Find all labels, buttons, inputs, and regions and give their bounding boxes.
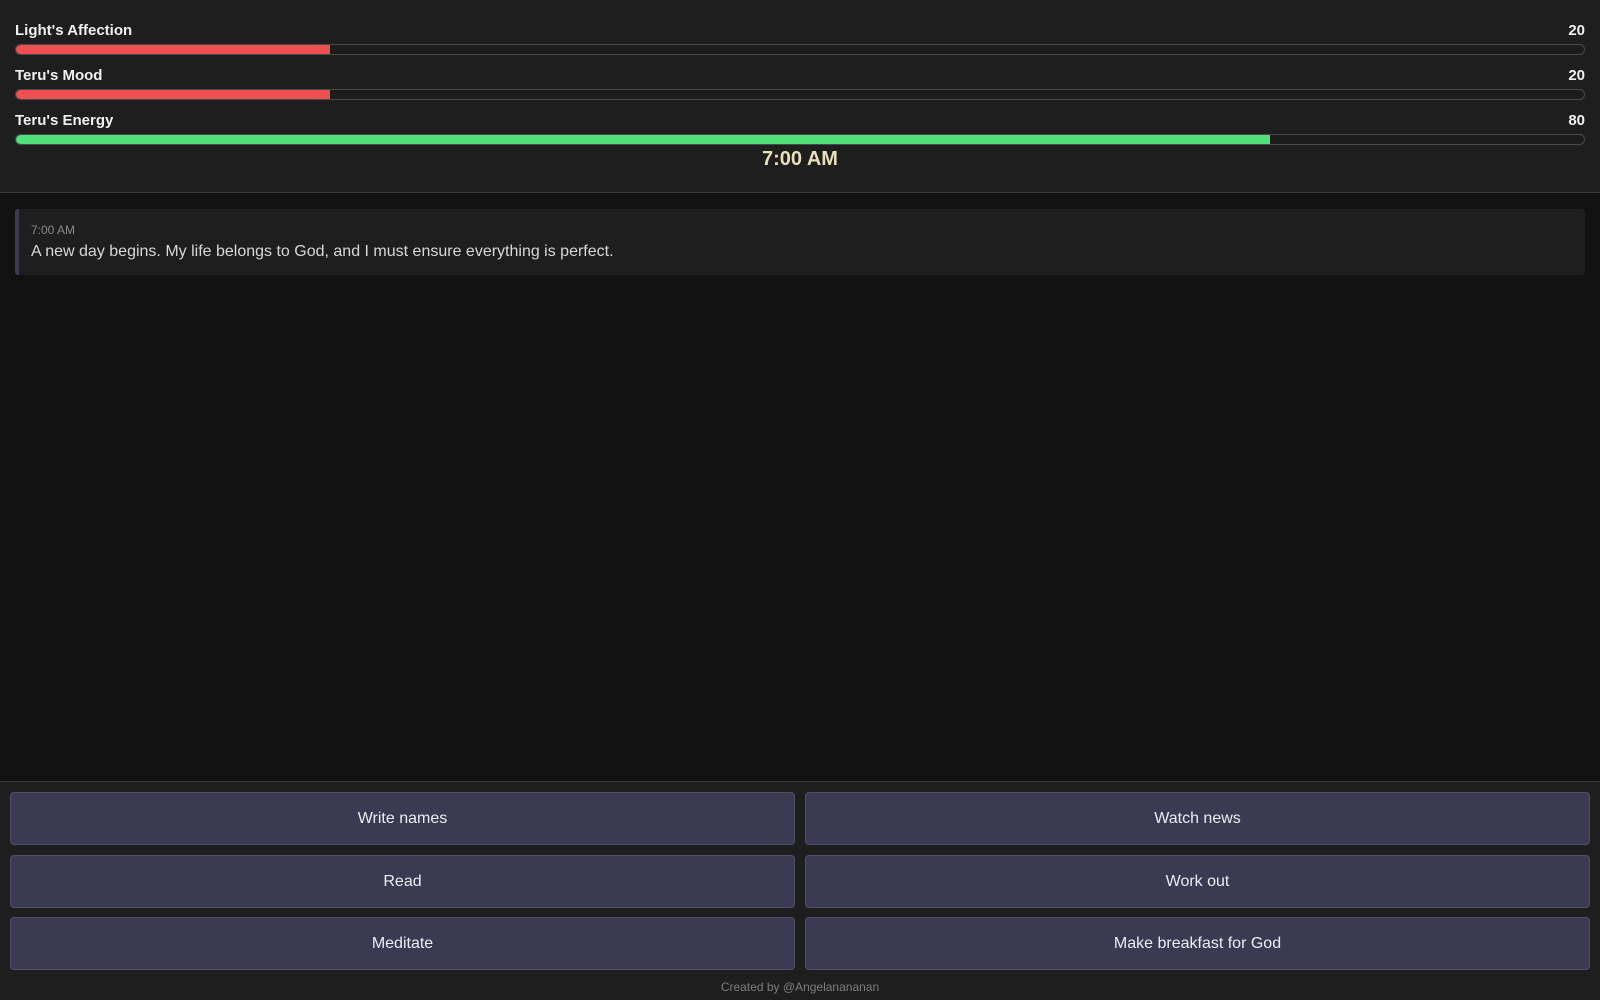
current-time: 7:00 AM — [762, 148, 838, 170]
read-button[interactable]: Read — [10, 855, 795, 908]
event-log: 7:00 AM A new day begins. My life belong… — [15, 209, 1585, 275]
stat-label: Light's Affection — [15, 22, 133, 39]
work-out-button[interactable]: Work out — [805, 855, 1590, 908]
stat-lights-affection: Light's Affection 20 — [15, 14, 1585, 55]
stat-value: 80 — [1568, 112, 1585, 129]
stat-bar-track — [15, 44, 1585, 55]
write-names-button[interactable]: Write names — [10, 792, 795, 845]
stat-bar-fill — [16, 45, 330, 54]
stat-label: Teru's Energy — [15, 112, 114, 129]
stat-terus-energy: Teru's Energy 80 — [15, 104, 1585, 145]
stat-bar-fill — [16, 90, 330, 99]
stat-bar-fill — [16, 135, 1271, 144]
stat-terus-mood: Teru's Mood 20 — [15, 59, 1585, 100]
log-entry: 7:00 AM A new day begins. My life belong… — [15, 209, 1585, 275]
footer-credit: Created by @Angelanananan — [720, 980, 880, 994]
stat-bar-track — [15, 134, 1585, 145]
log-entry-text: A new day begins. My life belongs to God… — [31, 243, 614, 260]
stat-value: 20 — [1568, 22, 1585, 39]
make-breakfast-button[interactable]: Make breakfast for God — [805, 917, 1590, 970]
stat-label: Teru's Mood — [15, 67, 103, 84]
stat-bar-track — [15, 89, 1585, 100]
watch-news-button[interactable]: Watch news — [805, 792, 1590, 845]
log-entry-time: 7:00 AM — [31, 223, 76, 237]
status-header: Light's Affection 20 Teru's Mood 20 Teru… — [0, 0, 1600, 193]
action-panel: Write names Watch news Read Work out Med… — [0, 781, 1600, 1000]
game-app: Light's Affection 20 Teru's Mood 20 Teru… — [0, 0, 1600, 1000]
meditate-button[interactable]: Meditate — [10, 917, 795, 970]
stat-value: 20 — [1568, 67, 1585, 84]
